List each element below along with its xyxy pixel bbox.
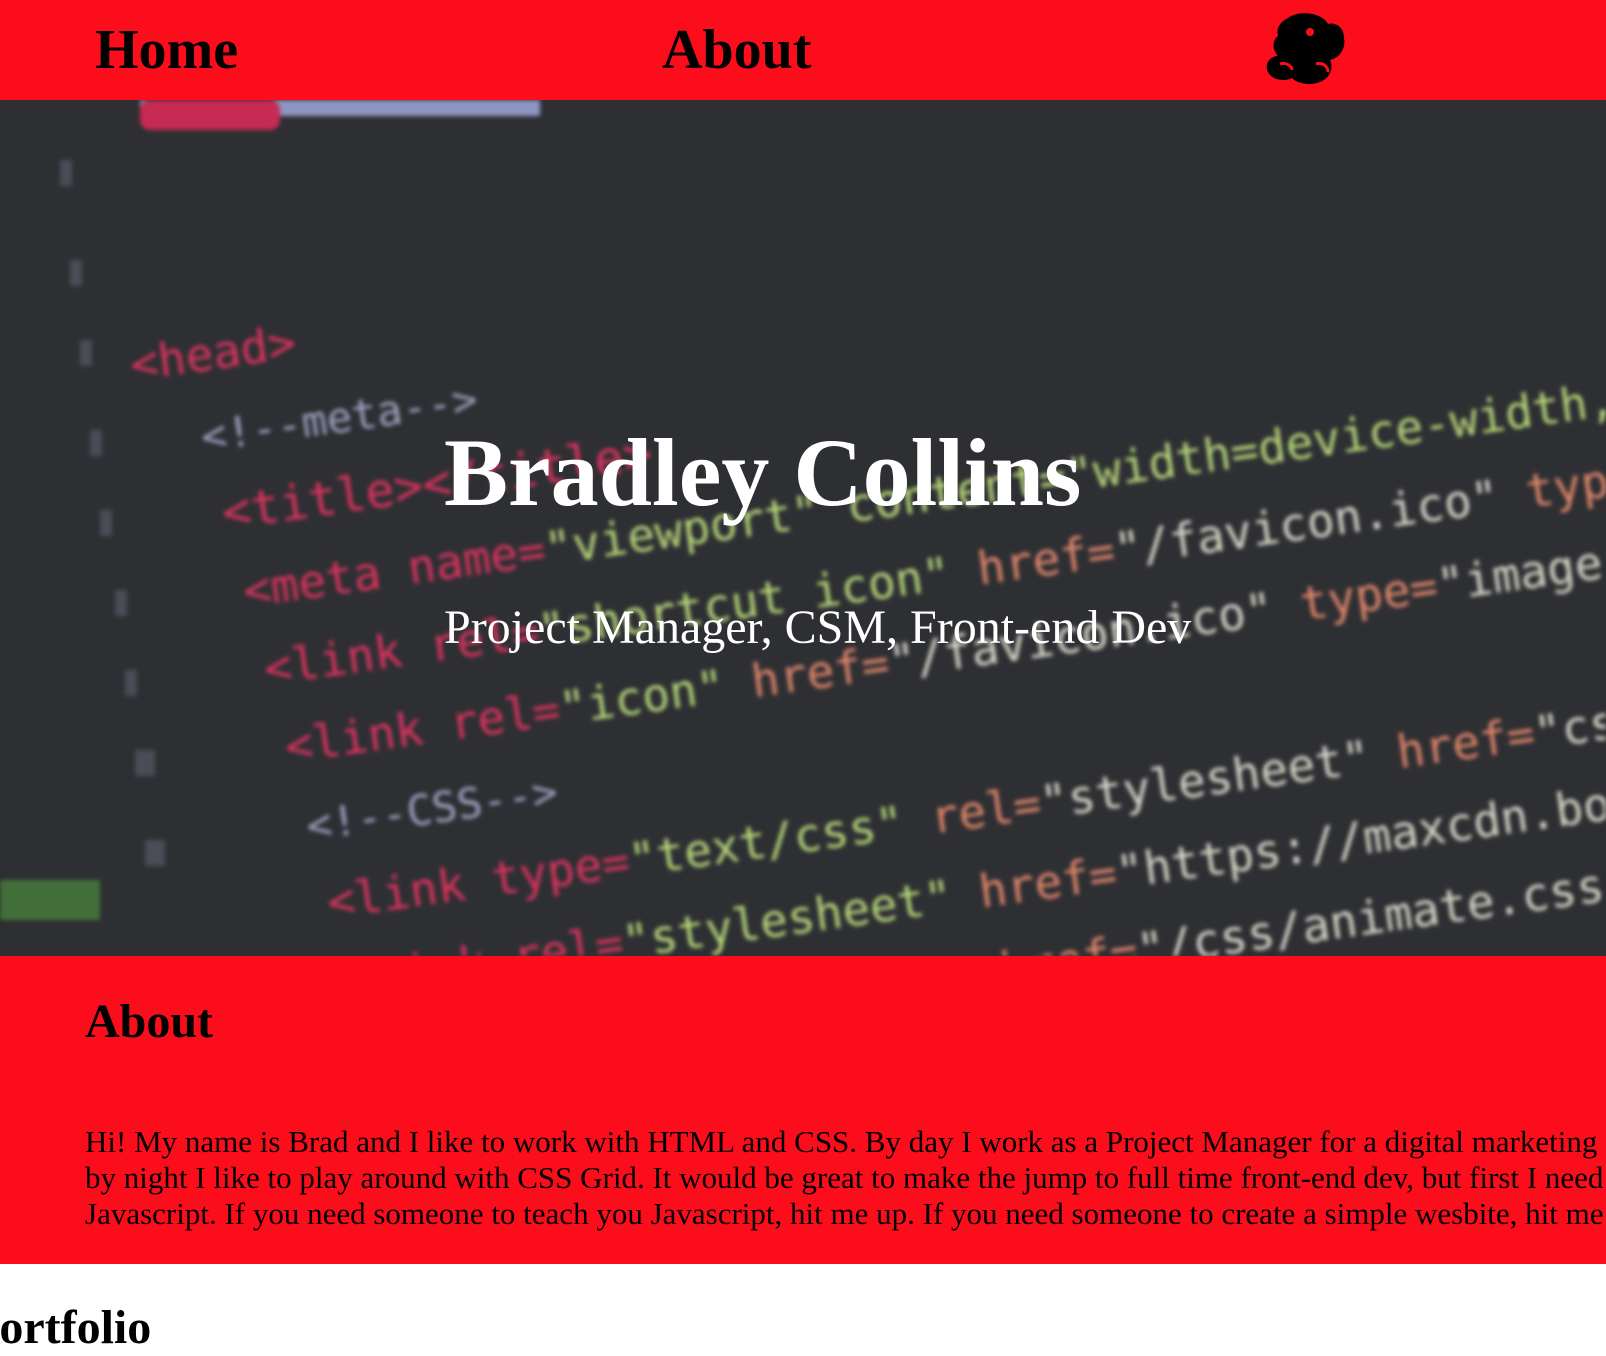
code-background-image: <head> <!--meta--> <title></title> <meta… [0, 100, 1606, 956]
mario-silhouette-icon[interactable] [1264, 12, 1348, 88]
about-section: About Hi! My name is Brad and I like to … [0, 956, 1606, 1264]
nav-link-home[interactable]: Home [95, 18, 238, 82]
about-text: Hi! My name is Brad and I like to work w… [85, 1124, 1606, 1231]
about-heading: About [85, 995, 214, 1048]
hero-subtitle: Project Manager, CSM, Front-end Dev [444, 601, 1192, 654]
nav-link-about[interactable]: About [662, 18, 811, 82]
hero-banner: <head> <!--meta--> <title></title> <meta… [0, 100, 1606, 956]
hero-title: Bradley Collins [444, 419, 1082, 526]
portfolio-heading: Portfolio [0, 1301, 152, 1354]
top-navigation-bar: Home About [0, 0, 1606, 100]
